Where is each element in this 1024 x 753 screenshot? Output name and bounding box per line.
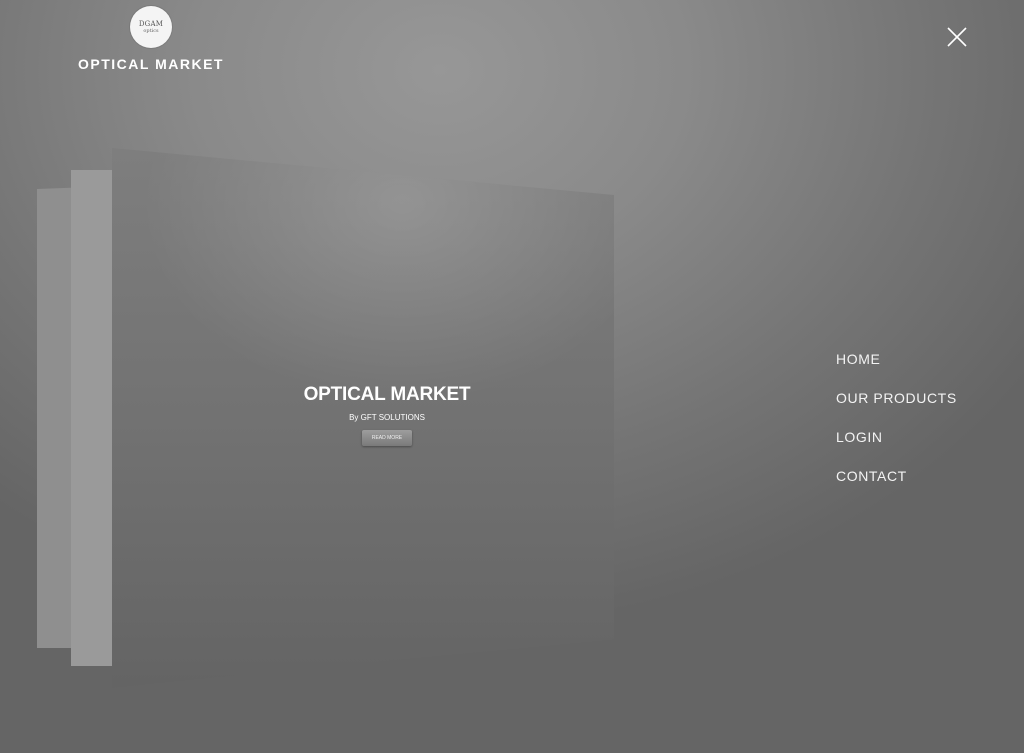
- nav-item-home[interactable]: HOME: [836, 349, 957, 388]
- nav-item-our-products[interactable]: OUR PRODUCTS: [836, 388, 957, 427]
- slide-content: OPTICAL MARKET By GFT SOLUTIONS READ MOR…: [112, 384, 614, 446]
- nav-item-contact[interactable]: CONTACT: [836, 466, 957, 505]
- logo-badge: DGAM optics: [130, 6, 172, 48]
- read-more-button[interactable]: READ MORE: [362, 430, 412, 446]
- main-nav: HOME OUR PRODUCTS LOGIN CONTACT: [836, 349, 957, 505]
- close-icon: [947, 27, 967, 47]
- nav-item-login[interactable]: LOGIN: [836, 427, 957, 466]
- slide-title: OPTICAL MARKET: [303, 384, 471, 405]
- close-button[interactable]: [944, 24, 970, 50]
- logo-mark-text: DGAM: [138, 20, 164, 28]
- slide-subtitle: By GFT SOLUTIONS: [349, 413, 425, 422]
- logo-mark-subtext: optics: [143, 28, 159, 34]
- brand-title: OPTICAL MARKET: [78, 56, 224, 72]
- slide-panel-front: OPTICAL MARKET By GFT SOLUTIONS READ MOR…: [112, 148, 614, 688]
- brand-logo[interactable]: DGAM optics OPTICAL MARKET: [78, 6, 224, 72]
